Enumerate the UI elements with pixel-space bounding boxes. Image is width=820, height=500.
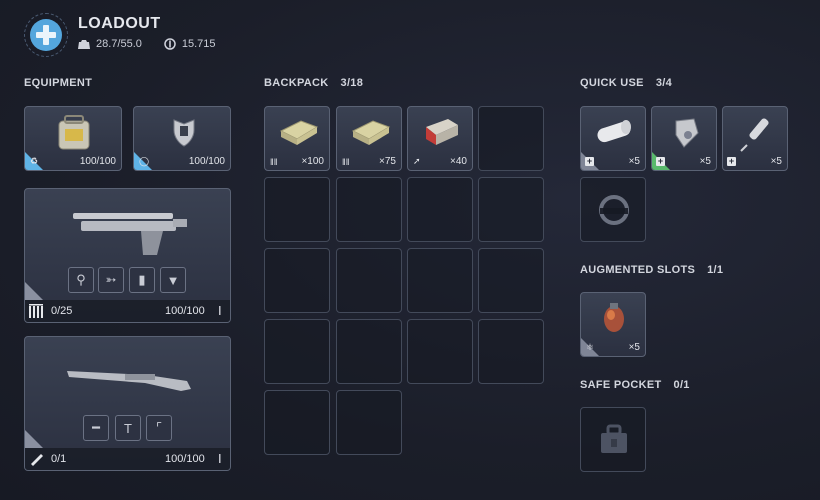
- grip-attachment-icon[interactable]: ⌜: [146, 415, 172, 441]
- armor-slot-shield[interactable]: ◯ 100/100: [133, 106, 231, 171]
- backpack-slot-empty[interactable]: [478, 248, 544, 313]
- augment-type-icon: ⚛: [586, 342, 595, 352]
- quick-use-slot-2[interactable]: + ×5: [651, 106, 717, 171]
- loadout-medical-icon: [24, 13, 68, 57]
- item-quantity: ×75: [379, 156, 396, 167]
- equipment-section-title: EQUIPMENT: [24, 77, 93, 89]
- backpack-slot-empty[interactable]: [264, 177, 330, 242]
- energy-ammo-type-icon: ➚: [413, 156, 421, 166]
- item-quantity: ×5: [628, 156, 640, 167]
- backpack-section-title: BACKPACK 3/18: [264, 77, 364, 89]
- weight-icon: [78, 40, 90, 49]
- weapon-info-bar: 0/25 100/100 I: [25, 300, 230, 322]
- safe-pocket-section-title: SAFE POCKET 0/1: [580, 379, 690, 391]
- quick-use-slot-locked[interactable]: [580, 177, 646, 242]
- armor-slot-backpack[interactable]: ♻ 100/100: [24, 106, 122, 171]
- shield-icon: ◯: [139, 156, 150, 166]
- light-ammo-icon: [279, 120, 319, 145]
- lockbox-icon: [601, 424, 627, 453]
- item-quantity: ×5: [699, 156, 711, 167]
- stock-attachment-icon[interactable]: ➳: [98, 267, 124, 293]
- backpack-slot-1[interactable]: ‖‖ ×100: [264, 106, 330, 171]
- muzzle-attachment-icon[interactable]: ▼: [160, 267, 186, 293]
- currency-icon: [164, 38, 176, 50]
- grip-attachment-icon[interactable]: ⚲: [68, 267, 94, 293]
- item-quantity: ×5: [770, 156, 782, 167]
- backpack-slot-empty[interactable]: [478, 177, 544, 242]
- quick-use-plus-icon: +: [727, 156, 736, 166]
- backpack-slot-empty[interactable]: [407, 319, 473, 384]
- shield-gear-icon: [173, 119, 195, 147]
- item-quantity: ×100: [301, 156, 324, 167]
- ammo-type-icon: ‖‖: [342, 157, 350, 167]
- armor-durability: 100/100: [188, 156, 225, 167]
- backpack-slot-empty[interactable]: [336, 177, 402, 242]
- quick-use-section-title: QUICK USE 3/4: [580, 77, 673, 89]
- backpack-type-icon: ♻: [30, 156, 39, 166]
- item-quantity: ×40: [450, 156, 467, 167]
- weapon-info-bar: 0/1 100/100 I: [25, 448, 230, 470]
- backpack-slot-empty[interactable]: [478, 319, 544, 384]
- ammo-count: 0/25: [51, 305, 73, 317]
- quick-use-slot-1[interactable]: + ×5: [580, 106, 646, 171]
- quick-use-plus-icon: +: [656, 156, 665, 166]
- header-stats: 28.7/55.0 15.715: [78, 38, 216, 50]
- weapon-slot-2[interactable]: ━ T ⌜ 0/1 100/100 I: [24, 336, 231, 471]
- energy-cell-icon: [426, 119, 458, 145]
- weight-value: 28.7/55.0: [96, 38, 142, 50]
- backpack-slot-empty[interactable]: [264, 319, 330, 384]
- durability-bar-icon: I: [218, 451, 222, 466]
- backpack-slot-3[interactable]: ➚ ×40: [407, 106, 473, 171]
- light-ammo-icon: [351, 120, 391, 145]
- weapon-durability: 100/100: [165, 305, 205, 317]
- quick-use-slot-3[interactable]: + ×5: [722, 106, 788, 171]
- backpack-slot-empty[interactable]: [336, 319, 402, 384]
- augment-icon: [604, 303, 624, 332]
- ammo-count: 0/1: [51, 453, 67, 465]
- barrel-attachment-icon[interactable]: ━: [83, 415, 109, 441]
- armor-durability: 100/100: [79, 156, 116, 167]
- augmented-slot-1[interactable]: ⚛ ×5: [580, 292, 646, 357]
- tech-mod-icon[interactable]: T: [115, 415, 141, 441]
- backpack-icon: [58, 115, 90, 150]
- energy-cell-icon: [31, 454, 43, 466]
- backpack-slot-empty[interactable]: [336, 248, 402, 313]
- backpack-slot-empty[interactable]: [264, 390, 330, 455]
- safe-pocket-slot[interactable]: [580, 407, 646, 472]
- syringe-icon: [740, 118, 769, 152]
- backpack-slot-empty[interactable]: [264, 248, 330, 313]
- quick-use-plus-icon: +: [585, 156, 594, 166]
- item-quantity: ×5: [628, 342, 640, 353]
- page-title: LOADOUT: [78, 15, 161, 32]
- backpack-slot-empty[interactable]: [478, 106, 544, 171]
- weapon-durability: 100/100: [165, 453, 205, 465]
- backpack-slot-empty[interactable]: [407, 248, 473, 313]
- currency-value: 15.715: [181, 38, 216, 50]
- locked-slot-icon: [599, 195, 629, 225]
- magazine-attachment-icon[interactable]: ▮: [129, 267, 155, 293]
- bandage-icon: [597, 120, 631, 143]
- augmented-slots-section-title: AUGMENTED SLOTS 1/1: [580, 264, 724, 276]
- backpack-slot-2[interactable]: ‖‖ ×75: [336, 106, 402, 171]
- weapon-slot-1[interactable]: ⚲ ➳ ▮ ▼ 0/25 100/100 I: [24, 188, 231, 323]
- backpack-slot-empty[interactable]: [407, 177, 473, 242]
- pistol-icon: [73, 213, 187, 255]
- grenade-icon: [675, 118, 699, 148]
- rifle-icon: [67, 371, 191, 391]
- backpack-slot-empty[interactable]: [336, 390, 402, 455]
- ammo-type-icon: ‖‖: [270, 157, 278, 167]
- durability-bar-icon: I: [218, 303, 222, 318]
- light-ammo-icon: [29, 304, 43, 318]
